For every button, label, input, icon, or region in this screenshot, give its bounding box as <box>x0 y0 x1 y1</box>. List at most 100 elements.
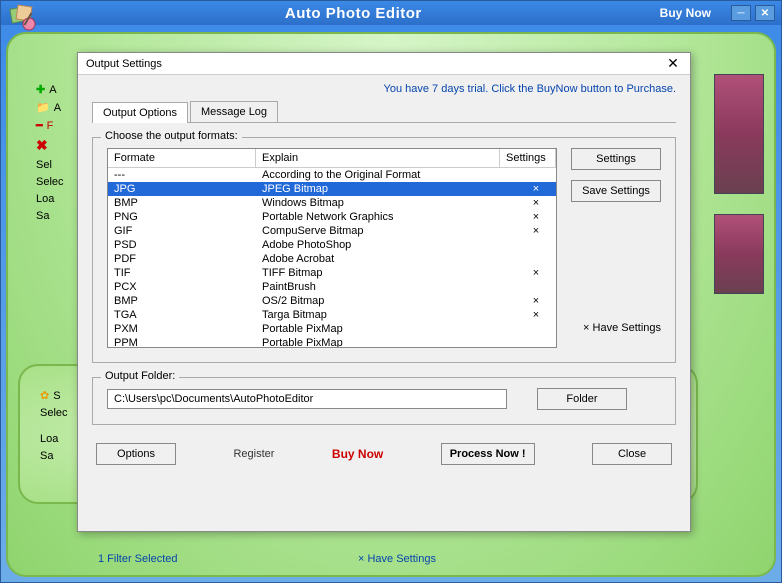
table-row[interactable]: BMPOS/2 Bitmap× <box>108 294 556 308</box>
titlebar-title: Auto Photo Editor <box>47 5 660 22</box>
output-folder-label: Output Folder: <box>101 370 179 382</box>
cell-settings <box>516 280 556 294</box>
table-row[interactable]: PCXPaintBrush <box>108 280 556 294</box>
close-window-button[interactable]: ✕ <box>755 5 775 21</box>
cell-explain: JPEG Bitmap <box>256 182 516 196</box>
tab-output-options[interactable]: Output Options <box>92 102 188 123</box>
tab-message-log[interactable]: Message Log <box>190 101 278 122</box>
table-row[interactable]: TIFTIFF Bitmap× <box>108 266 556 280</box>
thumbnail-strip <box>714 74 774 314</box>
cell-format: PCX <box>108 280 256 294</box>
cell-settings: × <box>516 224 556 238</box>
register-link[interactable]: Register <box>233 448 274 460</box>
process-now-button[interactable]: Process Now ! <box>441 443 535 465</box>
cell-format: PPM <box>108 336 256 348</box>
trial-message: You have 7 days trial. Click the BuyNow … <box>92 83 676 95</box>
formats-label: Choose the output formats: <box>101 130 242 142</box>
cell-settings <box>516 238 556 252</box>
dialog-close-button[interactable]: ✕ <box>664 55 682 73</box>
table-row[interactable]: ---According to the Original Format <box>108 168 556 182</box>
cell-format: BMP <box>108 196 256 210</box>
status-have-settings: × Have Settings <box>358 553 436 565</box>
format-side-buttons: Settings Save Settings × Have Settings <box>571 148 661 348</box>
close-button[interactable]: Close <box>592 443 672 465</box>
th-settings[interactable]: Settings <box>500 149 556 167</box>
thumbnail-2[interactable] <box>714 214 764 294</box>
minimize-button[interactable]: ─ <box>731 5 751 21</box>
tabs: Output Options Message Log <box>92 101 676 123</box>
table-body[interactable]: ---According to the Original FormatJPGJP… <box>108 168 556 348</box>
table-row[interactable]: JPGJPEG Bitmap× <box>108 182 556 196</box>
filter-load[interactable]: Loa <box>40 433 68 445</box>
cell-explain: Portable PixMap <box>256 336 516 348</box>
cell-settings: × <box>516 182 556 196</box>
cell-explain: TIFF Bitmap <box>256 266 516 280</box>
app-icon <box>7 2 39 34</box>
cell-settings <box>516 336 556 348</box>
status-filter-count: 1 Filter Selected <box>98 553 177 565</box>
table-row[interactable]: TGATarga Bitmap× <box>108 308 556 322</box>
table-row[interactable]: PPMPortable PixMap <box>108 336 556 348</box>
cell-settings: × <box>516 196 556 210</box>
table-row[interactable]: BMPWindows Bitmap× <box>108 196 556 210</box>
output-settings-dialog: Output Settings ✕ You have 7 days trial.… <box>77 52 691 532</box>
cell-settings <box>516 252 556 266</box>
dialog-body: You have 7 days trial. Click the BuyNow … <box>78 75 690 473</box>
formats-fieldset: Choose the output formats: Formate Expla… <box>92 137 676 363</box>
cell-format: GIF <box>108 224 256 238</box>
cell-explain: Portable PixMap <box>256 322 516 336</box>
table-header: Formate Explain Settings <box>108 149 556 168</box>
filter-select[interactable]: Selec <box>40 407 68 419</box>
cell-format: TIF <box>108 266 256 280</box>
save-settings-button[interactable]: Save Settings <box>571 180 661 202</box>
filter-save[interactable]: Sa <box>40 450 68 462</box>
thumbnail-1[interactable] <box>714 74 764 194</box>
dialog-titlebar: Output Settings ✕ <box>78 53 690 75</box>
cell-format: BMP <box>108 294 256 308</box>
cell-format: PSD <box>108 238 256 252</box>
cell-explain: Windows Bitmap <box>256 196 516 210</box>
cell-explain: Targa Bitmap <box>256 308 516 322</box>
cell-explain: According to the Original Format <box>256 168 516 182</box>
cell-settings <box>516 322 556 336</box>
dialog-title: Output Settings <box>86 58 664 70</box>
table-row[interactable]: PSDAdobe PhotoShop <box>108 238 556 252</box>
cell-settings: × <box>516 308 556 322</box>
table-row[interactable]: PXMPortable PixMap <box>108 322 556 336</box>
cell-explain: Adobe PhotoShop <box>256 238 516 252</box>
table-row[interactable]: GIFCompuServe Bitmap× <box>108 224 556 238</box>
output-folder-fieldset: Output Folder: Folder <box>92 377 676 425</box>
cell-settings: × <box>516 210 556 224</box>
have-settings-note: × Have Settings <box>571 322 661 334</box>
settings-button[interactable]: Settings <box>571 148 661 170</box>
cell-settings <box>516 168 556 182</box>
titlebar-buy-link[interactable]: Buy Now <box>660 6 711 20</box>
folder-button[interactable]: Folder <box>537 388 627 410</box>
options-button[interactable]: Options <box>96 443 176 465</box>
titlebar: Auto Photo Editor Buy Now ─ ✕ <box>1 1 781 25</box>
cell-settings: × <box>516 294 556 308</box>
th-format[interactable]: Formate <box>108 149 256 167</box>
cell-settings: × <box>516 266 556 280</box>
table-row[interactable]: PDFAdobe Acrobat <box>108 252 556 266</box>
cell-format: JPG <box>108 182 256 196</box>
cell-explain: Adobe Acrobat <box>256 252 516 266</box>
window-buttons: ─ ✕ <box>731 5 775 21</box>
dialog-bottom-buttons: Options Register Buy Now Process Now ! C… <box>92 443 676 465</box>
table-row[interactable]: PNGPortable Network Graphics× <box>108 210 556 224</box>
cell-format: PXM <box>108 322 256 336</box>
formats-table: Formate Explain Settings ---According to… <box>107 148 557 348</box>
filter-settings[interactable]: ✿S <box>40 389 68 402</box>
cell-format: --- <box>108 168 256 182</box>
cell-explain: OS/2 Bitmap <box>256 294 516 308</box>
cell-format: PNG <box>108 210 256 224</box>
cell-explain: Portable Network Graphics <box>256 210 516 224</box>
cell-format: TGA <box>108 308 256 322</box>
cell-format: PDF <box>108 252 256 266</box>
filter-menu: ✿S Selec Loa Sa <box>40 384 68 467</box>
cell-explain: PaintBrush <box>256 280 516 294</box>
buy-now-link[interactable]: Buy Now <box>332 447 383 461</box>
cell-explain: CompuServe Bitmap <box>256 224 516 238</box>
output-folder-input[interactable] <box>107 389 507 409</box>
th-explain[interactable]: Explain <box>256 149 500 167</box>
